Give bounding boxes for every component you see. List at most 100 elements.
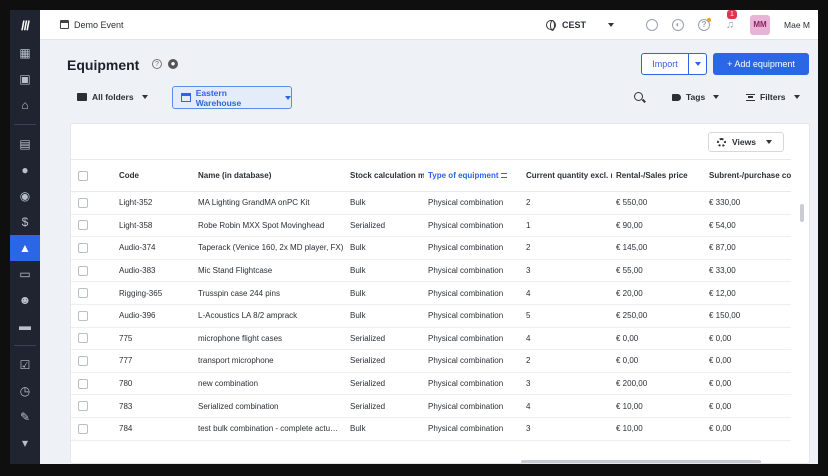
help-circle-icon[interactable]: ? (152, 59, 162, 69)
column-header[interactable]: Subrent-/purchase cost (705, 159, 791, 192)
table-row[interactable]: Audio-383 Mic Stand Flightcase Bulk Physica… (71, 259, 791, 283)
table-row[interactable]: Audio-396 L-Acoustics LA 8/2 amprack Bulk P… (71, 304, 791, 328)
horizontal-scrollbar[interactable] (521, 460, 761, 463)
column-header[interactable]: Rental-/Sales price (612, 159, 705, 192)
row-select-cell (71, 349, 115, 373)
row-select-cell (71, 259, 115, 283)
warehouse-dropdown[interactable]: Eastern Warehouse (172, 86, 292, 109)
row-checkbox[interactable] (78, 333, 88, 344)
folder-dropdown[interactable]: All folders (77, 92, 148, 102)
contact-icon[interactable]: ● (10, 157, 40, 183)
add-equipment-button[interactable]: + Add equipment (713, 53, 809, 75)
table-cell: Physical combination (424, 214, 522, 238)
row-select-cell (71, 281, 115, 305)
table-cell: Trusspin case 244 pins (194, 281, 346, 305)
table-cell: Physical combination (424, 327, 522, 351)
table-row[interactable]: 775 microphone flight cases Serialized Phys… (71, 327, 791, 351)
column-header[interactable]: Name (in database) (194, 159, 346, 192)
table-row[interactable]: Light-358 Robe Robin MXX Spot Movinghead S… (71, 214, 791, 238)
table-row[interactable]: 783 Serialized combination Serialized Physi… (71, 394, 791, 418)
truck-icon[interactable]: ▬ (10, 313, 40, 339)
calendar-icon[interactable]: ▣ (10, 66, 40, 92)
filter-icon (746, 93, 755, 101)
column-header[interactable]: Stock calculation met (346, 159, 424, 192)
users-icon[interactable]: ☻ (10, 287, 40, 313)
column-header-sorted[interactable]: Type of equipment (424, 159, 522, 192)
page-header: Equipment ? ● Import + Add equipment All… (40, 40, 818, 120)
table-cell: Physical combination (424, 394, 522, 418)
row-checkbox[interactable] (78, 265, 88, 276)
table-cell: € 0,00 (705, 327, 791, 351)
moon-icon[interactable]: ◐ (672, 18, 685, 31)
table-cell: € 145,00 (612, 236, 705, 260)
table-cell: L-Acoustics LA 8/2 amprack (194, 304, 346, 328)
table-cell: 2 (522, 349, 612, 373)
select-all-checkbox[interactable] (78, 170, 88, 181)
bell-icon[interactable]: ♫ 1 (724, 10, 737, 31)
row-checkbox[interactable] (78, 288, 88, 299)
table-cell: Physical combination (424, 349, 522, 373)
username[interactable]: Mae M (784, 20, 810, 30)
warehouse-icon[interactable]: ⌂ (10, 92, 40, 118)
table-row[interactable]: Light-352 MA Lighting GrandMA onPC Kit Bul… (71, 191, 791, 215)
row-checkbox[interactable] (78, 220, 88, 231)
row-checkbox[interactable] (78, 401, 88, 412)
clock-icon[interactable]: ◷ (10, 378, 40, 404)
views-dropdown[interactable]: Views (708, 132, 784, 152)
more-icon[interactable]: ▾ (10, 430, 40, 456)
row-checkbox[interactable] (78, 423, 88, 434)
tag-icon[interactable]: ◉ (10, 183, 40, 209)
chevron-down-icon (793, 95, 800, 99)
import-button[interactable]: Import (641, 53, 689, 75)
app-logo-icon[interactable]: /// (10, 10, 40, 40)
chevron-down-icon (694, 62, 701, 66)
money-icon[interactable]: $ (10, 209, 40, 235)
search-icon[interactable] (634, 92, 643, 101)
equipment-icon[interactable]: ▲ (10, 235, 40, 261)
table-row[interactable]: Audio-374 Taperack (Venice 160, 2x MD pla… (71, 236, 791, 260)
table-cell: 5 (522, 304, 612, 328)
dashboard-icon[interactable]: ▦ (10, 40, 40, 66)
table-cell: € 200,00 (612, 372, 705, 396)
filters-dropdown[interactable]: Filters (746, 92, 800, 102)
row-checkbox[interactable] (78, 242, 88, 253)
vertical-scrollbar[interactable] (800, 204, 804, 222)
gear-icon (717, 137, 726, 147)
table-cell: microphone flight cases (194, 327, 346, 351)
equipment-table-card: Views Code Name (in database) Stock calc… (70, 123, 810, 464)
table-cell: new combination (194, 372, 346, 396)
search-icon[interactable] (646, 18, 659, 31)
top-bar: Demo Event CEST ◐ ? ♫ 1 MM Mae M (40, 10, 818, 40)
table-cell: Audio-374 (115, 236, 194, 260)
table-cell: € 87,00 (705, 236, 791, 260)
timezone-selector[interactable]: CEST (546, 19, 615, 31)
column-header[interactable]: Code (115, 159, 194, 192)
table-row[interactable]: 784 test bulk combination - complete actu… (71, 417, 791, 441)
table-row[interactable]: Rigging-365 Trusspin case 244 pins Bulk Phy… (71, 281, 791, 305)
crew-icon[interactable]: ▭ (10, 261, 40, 287)
table-row[interactable]: 777 transport microphone Serialized Physica… (71, 349, 791, 373)
checklist-icon[interactable]: ☑ (10, 352, 40, 378)
table-cell: Mic Stand Flightcase (194, 259, 346, 283)
row-checkbox[interactable] (78, 378, 88, 389)
tags-dropdown[interactable]: Tags (672, 92, 720, 102)
row-checkbox[interactable] (78, 197, 88, 208)
import-dropdown-button[interactable] (689, 53, 707, 75)
avatar[interactable]: MM (750, 14, 771, 35)
row-select-cell (71, 304, 115, 328)
table-row[interactable]: 780 new combination Serialized Physical com… (71, 372, 791, 396)
table-cell: € 0,00 (612, 349, 705, 373)
info-icon[interactable]: ● (168, 59, 178, 69)
help-icon[interactable]: ? (698, 17, 712, 31)
table-cell: Physical combination (424, 281, 522, 305)
column-header[interactable]: Current quantity excl. res (522, 159, 612, 192)
row-checkbox[interactable] (78, 310, 88, 321)
table-cell: 784 (115, 417, 194, 441)
table-icon[interactable]: ▤ (10, 131, 40, 157)
event-selector[interactable]: Demo Event (60, 20, 124, 30)
wrench-icon[interactable]: ✎ (10, 404, 40, 430)
table-cell: Serialized (346, 372, 424, 396)
table-cell: Serialized (346, 214, 424, 238)
row-checkbox[interactable] (78, 355, 88, 366)
table-cell: € 0,00 (612, 327, 705, 351)
